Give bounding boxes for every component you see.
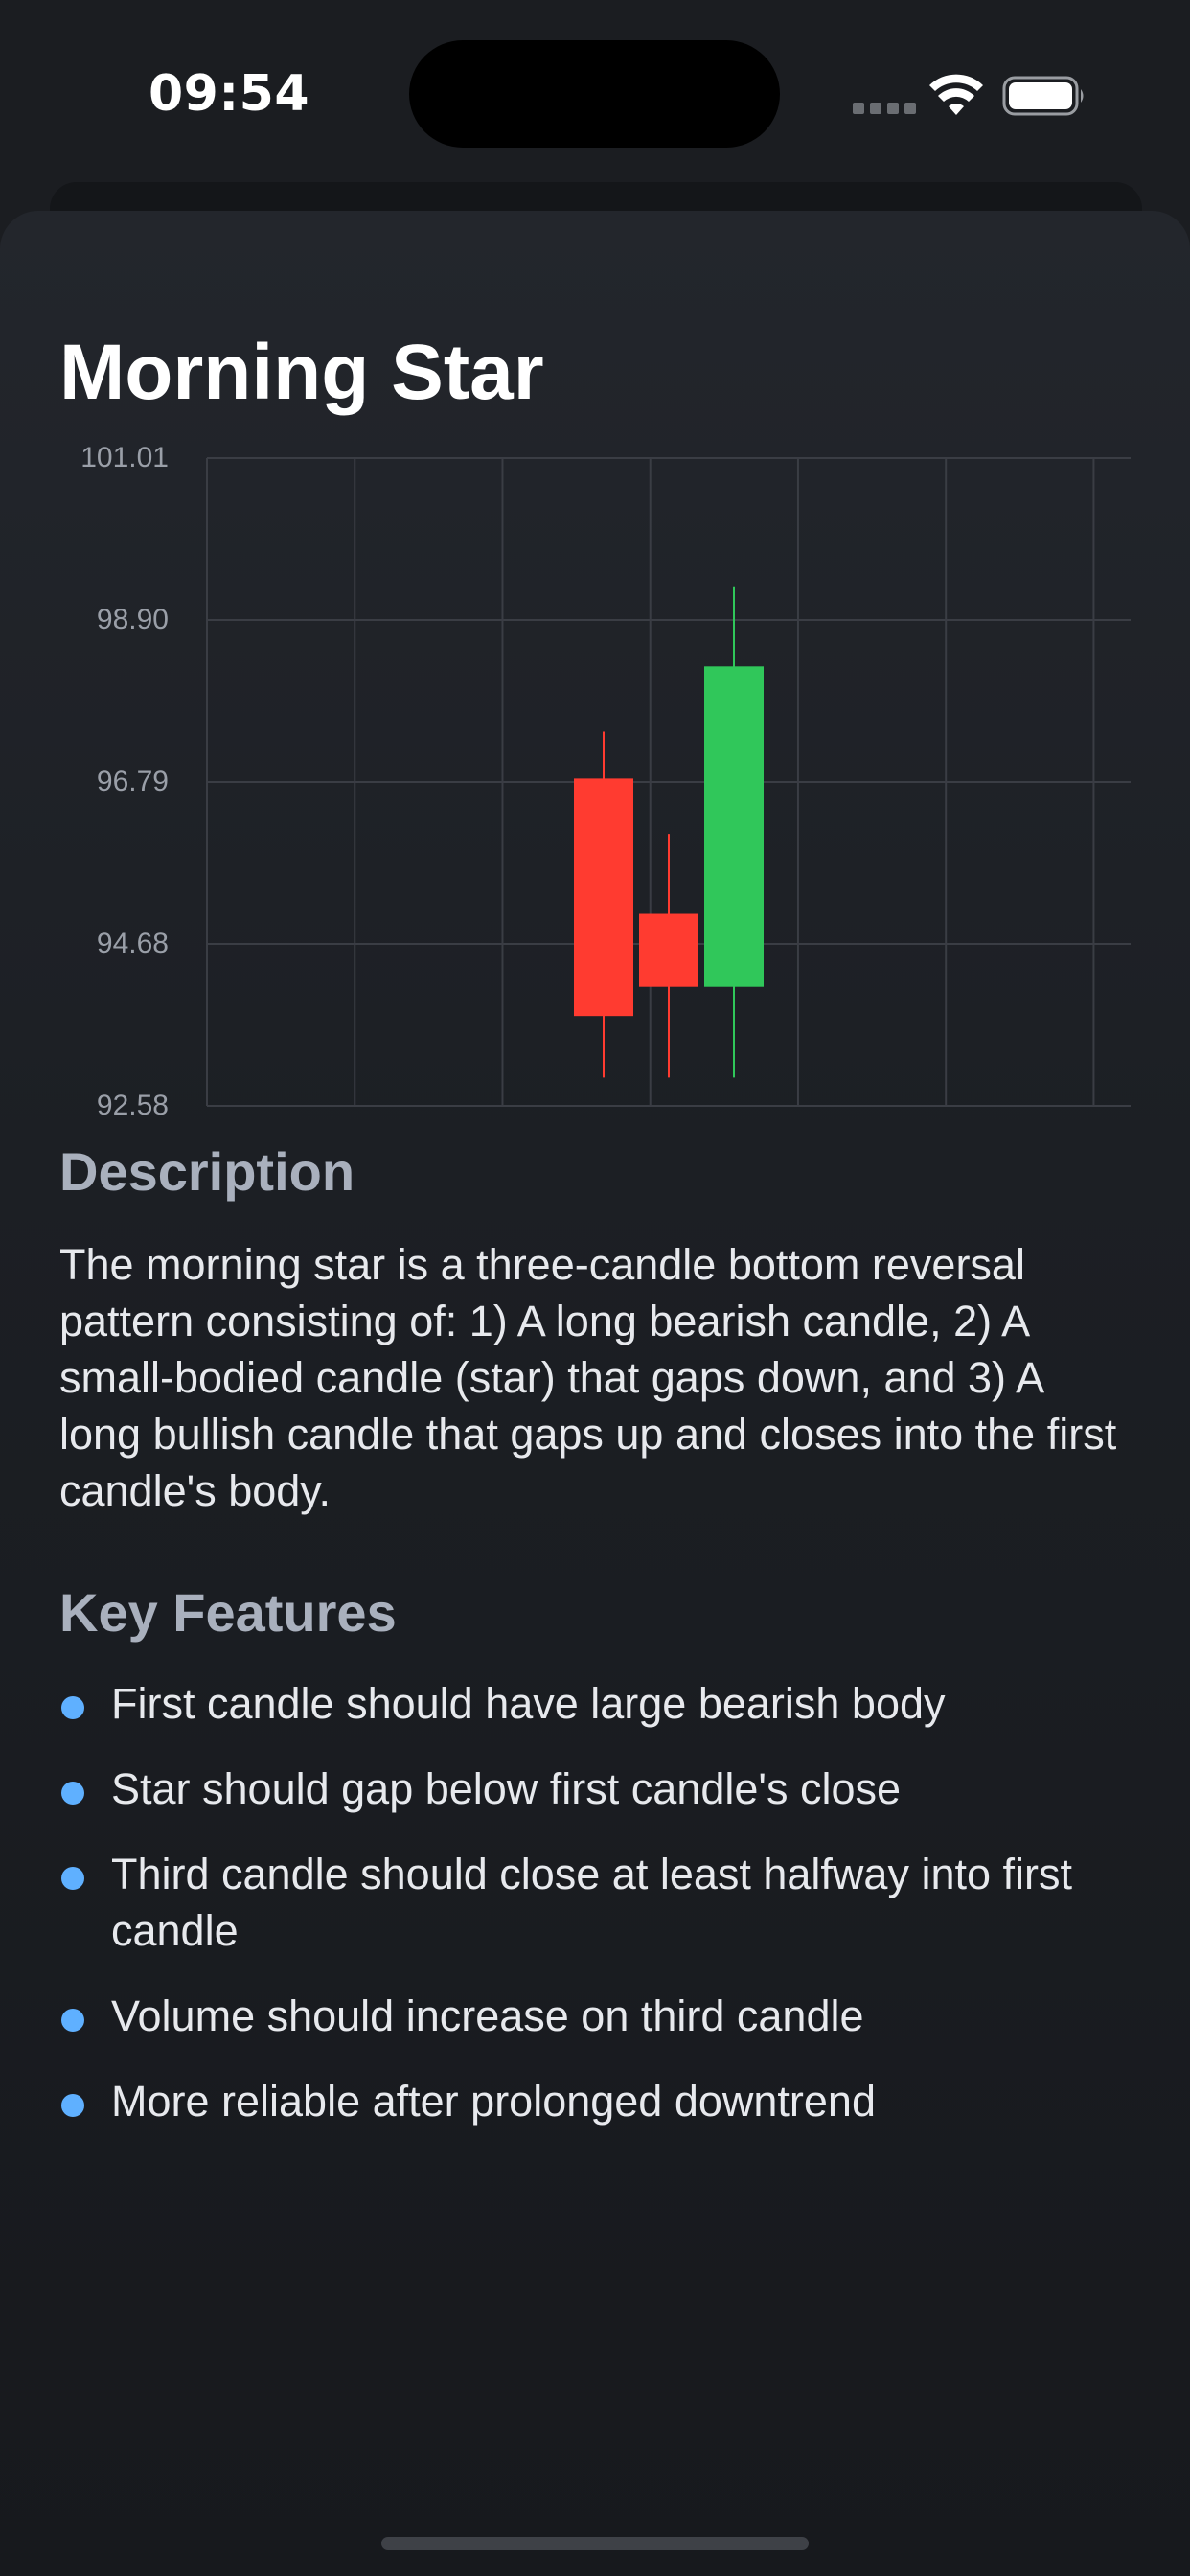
key-features-list: First candle should have large bearish b…: [59, 1675, 1133, 2158]
feature-item: More reliable after prolonged downtrend: [59, 2073, 1133, 2129]
page-title: Morning Star: [59, 329, 544, 416]
feature-text: Star should gap below first candle's clo…: [111, 1764, 902, 1813]
status-bar: 09:54: [0, 0, 1190, 182]
bullet-icon: [61, 1867, 84, 1890]
candle-body: [574, 778, 633, 1017]
y-tick-label: 96.79: [97, 766, 169, 797]
bullet-icon: [61, 2009, 84, 2032]
candle-body: [704, 666, 764, 987]
y-tick-label: 94.68: [97, 928, 169, 959]
cellular-signal-icon: [853, 102, 922, 119]
y-tick-label: 101.01: [80, 442, 169, 473]
feature-item: First candle should have large bearish b…: [59, 1675, 1133, 1732]
feature-text: Volume should increase on third candle: [111, 1991, 864, 2040]
wifi-icon: [929, 74, 983, 115]
feature-text: More reliable after prolonged downtrend: [111, 2077, 876, 2126]
bullet-icon: [61, 1782, 84, 1805]
key-features-heading: Key Features: [59, 1582, 397, 1643]
bullet-icon: [61, 1696, 84, 1719]
candle-body: [639, 913, 698, 987]
candlestick-chart: 101.01 98.90 96.79 94.68 92.58: [80, 442, 1131, 1121]
dynamic-island: [409, 40, 780, 148]
battery-icon: [1002, 76, 1084, 116]
feature-item: Volume should increase on third candle: [59, 1988, 1133, 2044]
feature-item: Star should gap below first candle's clo…: [59, 1760, 1133, 1817]
home-indicator[interactable]: [381, 2537, 809, 2550]
description-heading: Description: [59, 1141, 355, 1202]
bullet-icon: [61, 2094, 84, 2117]
feature-text: Third candle should close at least halfw…: [111, 1850, 1073, 1955]
feature-item: Third candle should close at least halfw…: [59, 1846, 1133, 1959]
status-time: 09:54: [149, 65, 310, 123]
description-text: The morning star is a three-candle botto…: [59, 1240, 1117, 1515]
y-tick-label: 92.58: [97, 1090, 169, 1121]
y-tick-label: 98.90: [97, 604, 169, 635]
feature-text: First candle should have large bearish b…: [111, 1679, 946, 1728]
